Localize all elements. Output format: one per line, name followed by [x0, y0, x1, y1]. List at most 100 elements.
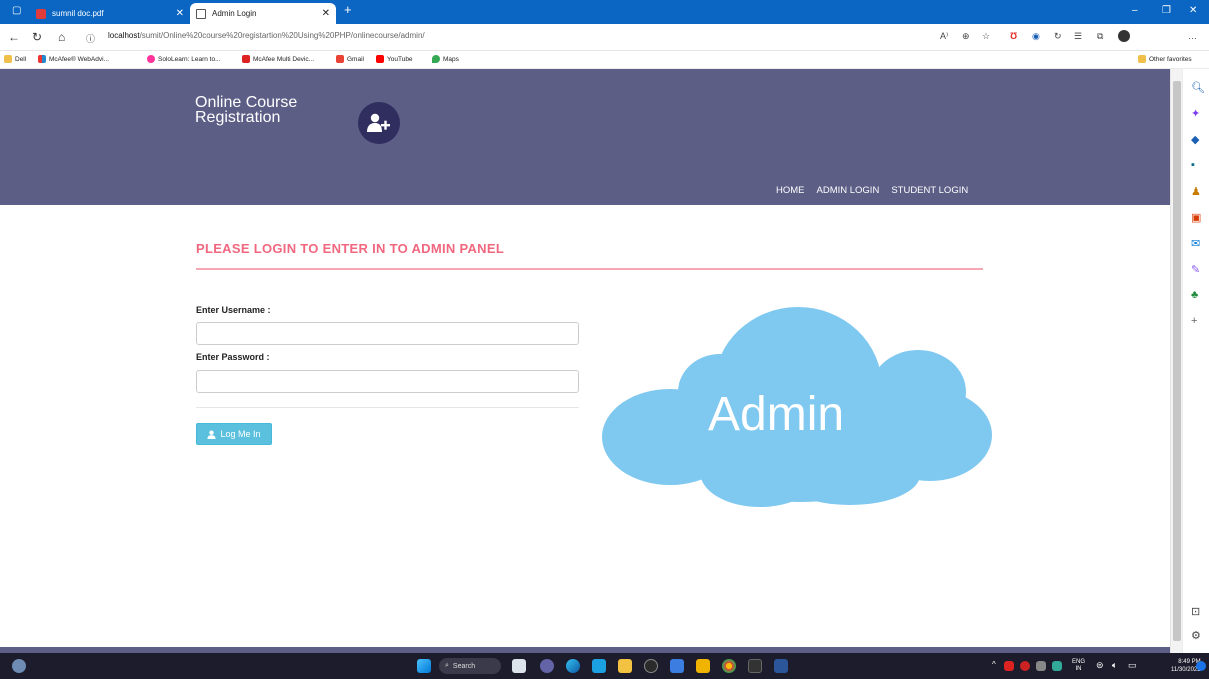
admin-cloud-illustration: Admin	[600, 307, 995, 507]
url-host: localhost	[108, 31, 140, 40]
folder-icon	[1138, 55, 1146, 63]
windows-taskbar: ⌕ Search ^ ENG IN ⊜ 🔈︎ ▭ 8:49 PM 11/30/2…	[0, 653, 1209, 679]
bookmark-sololearn[interactable]: SoloLearn: Learn to...	[147, 55, 221, 63]
back-icon[interactable]: ←	[8, 30, 20, 44]
web-page: Online Course Registration HOME ADMIN LO…	[0, 69, 1170, 647]
nav-home[interactable]: HOME	[776, 185, 805, 196]
bookmarks-bar: Dell McAfee® WebAdvi... SoloLearn: Learn…	[0, 51, 1209, 69]
chrome-icon[interactable]	[722, 659, 736, 673]
tab-admin-login[interactable]: Admin Login ✕	[190, 3, 336, 24]
profile-avatar[interactable]	[1118, 30, 1130, 42]
store-icon[interactable]	[618, 659, 632, 673]
settings-gear-icon[interactable]: ⚙	[1191, 629, 1201, 642]
heading-divider	[196, 268, 983, 270]
task-view-icon[interactable]	[512, 659, 526, 673]
tray-chevron-icon[interactable]: ^	[992, 660, 996, 669]
bookmark-maps[interactable]: Maps	[432, 55, 459, 63]
tab-pdf[interactable]: sumnil doc.pdf ✕	[30, 3, 190, 24]
tab-actions-icon[interactable]: ▢	[12, 5, 21, 16]
widgets-icon[interactable]	[12, 659, 26, 673]
gmail-icon	[336, 55, 344, 63]
close-tab-icon[interactable]: ✕	[176, 8, 184, 19]
site-brand[interactable]: Online Course Registration	[195, 94, 335, 126]
tray-sync-icon[interactable]	[1052, 661, 1062, 671]
copilot-sparkle-icon[interactable]: ✦	[1191, 107, 1200, 120]
mcafee-icon	[38, 55, 46, 63]
search-icon: ⌕	[445, 662, 449, 669]
info-icon[interactable]: ⓘ	[86, 32, 95, 45]
notification-icon[interactable]	[1196, 661, 1206, 671]
extension-icon[interactable]: ◉	[1032, 31, 1040, 42]
minimize-icon[interactable]: –	[1132, 5, 1138, 16]
nav-admin-login[interactable]: ADMIN LOGIN	[817, 185, 880, 196]
refresh-icon[interactable]: ↻	[32, 30, 42, 44]
bookmark-youtube[interactable]: YouTube	[376, 55, 413, 63]
tree-icon[interactable]: ♣	[1191, 289, 1198, 301]
close-tab-icon[interactable]: ✕	[322, 8, 330, 19]
terminal-icon[interactable]	[748, 659, 762, 673]
language-indicator[interactable]: ENG IN	[1072, 659, 1085, 673]
site-header: Online Course Registration HOME ADMIN LO…	[0, 69, 1170, 205]
add-user-icon	[358, 102, 400, 144]
dell-icon[interactable]	[644, 659, 658, 673]
brand-line-2: Registration	[195, 109, 281, 126]
login-button[interactable]: Log Me In	[196, 423, 272, 445]
password-input[interactable]	[196, 370, 579, 393]
edge-browser-icon[interactable]	[566, 659, 580, 673]
username-input[interactable]	[196, 322, 579, 345]
mcafee-extension-icon[interactable]: Ʊ	[1010, 31, 1017, 41]
mail-icon[interactable]	[592, 659, 606, 673]
volume-icon[interactable]: 🔈︎	[1112, 660, 1117, 671]
designer-icon[interactable]: ✎	[1191, 263, 1200, 276]
shopping-tag-icon[interactable]: ◆	[1191, 133, 1199, 146]
bookmark-mcafee-webadvisor[interactable]: McAfee® WebAdvi...	[38, 55, 109, 63]
collections-icon[interactable]: ⧉	[1097, 31, 1103, 42]
mcafee-tray-icon[interactable]	[1020, 661, 1030, 671]
url-path: /sumit/Online%20course%20registartion%20…	[139, 31, 425, 40]
user-icon	[207, 430, 217, 439]
battery-icon[interactable]: ▭	[1128, 660, 1137, 671]
tools-icon[interactable]: ▪	[1191, 159, 1195, 171]
tray-network-app-icon[interactable]	[1036, 661, 1046, 671]
new-tab-button[interactable]: +	[344, 2, 352, 17]
nav-student-login[interactable]: STUDENT LOGIN	[891, 185, 968, 196]
sololearn-icon	[147, 55, 155, 63]
scroll-thumb[interactable]	[1173, 81, 1181, 641]
more-menu-icon[interactable]: …	[1188, 31, 1197, 41]
windows-start-icon[interactable]	[417, 659, 431, 673]
close-window-icon[interactable]: ✕	[1189, 5, 1197, 16]
word-icon[interactable]	[774, 659, 788, 673]
bookmark-gmail[interactable]: Gmail	[336, 55, 364, 63]
other-favorites[interactable]: Other favorites	[1138, 55, 1192, 63]
zoom-icon[interactable]: ⊕	[962, 31, 970, 42]
page-title: PLEASE LOGIN TO ENTER IN TO ADMIN PANEL	[196, 241, 505, 256]
favorites-icon[interactable]: ☰	[1074, 31, 1082, 42]
page-icon	[196, 8, 206, 19]
chat-icon[interactable]	[540, 659, 554, 673]
browser-tab-bar: ▢ sumnil doc.pdf ✕ Admin Login ✕ + – ❐ ✕	[0, 0, 1209, 24]
bookmark-dell[interactable]: Dell	[4, 55, 26, 63]
restore-icon[interactable]: ❐	[1162, 5, 1171, 16]
tray-app-icon[interactable]	[1004, 661, 1014, 671]
calculator-icon[interactable]	[670, 659, 684, 673]
main-nav: HOME ADMIN LOGIN STUDENT LOGIN	[776, 185, 968, 196]
sidebar-layout-icon[interactable]: ⊡	[1191, 605, 1200, 618]
url-field[interactable]: localhost/sumit/Online%20course%20regist…	[108, 31, 425, 40]
home-icon[interactable]: ⌂	[58, 30, 65, 44]
read-aloud-icon[interactable]: A⁾	[940, 31, 948, 42]
favorite-icon[interactable]: ☆	[982, 31, 990, 42]
pdf-icon	[36, 8, 46, 19]
games-icon[interactable]: ♟	[1191, 185, 1201, 198]
form-divider	[196, 407, 579, 408]
brand-line-1: Online Course	[195, 94, 298, 111]
refresh-extension-icon[interactable]: ↻	[1054, 31, 1062, 42]
search-icon[interactable]: 🔍︎	[1191, 81, 1205, 94]
bookmark-mcafee-multi[interactable]: McAfee Multi Devic...	[242, 55, 314, 63]
wifi-icon[interactable]: ⊜	[1096, 660, 1104, 671]
office-icon[interactable]: ▣	[1191, 211, 1201, 224]
file-explorer-icon[interactable]	[696, 659, 710, 673]
add-sidebar-app-icon[interactable]: +	[1191, 315, 1197, 327]
taskbar-search[interactable]: ⌕ Search	[439, 658, 501, 674]
page-scrollbar[interactable]	[1170, 69, 1182, 653]
outlook-icon[interactable]: ✉	[1191, 237, 1200, 250]
